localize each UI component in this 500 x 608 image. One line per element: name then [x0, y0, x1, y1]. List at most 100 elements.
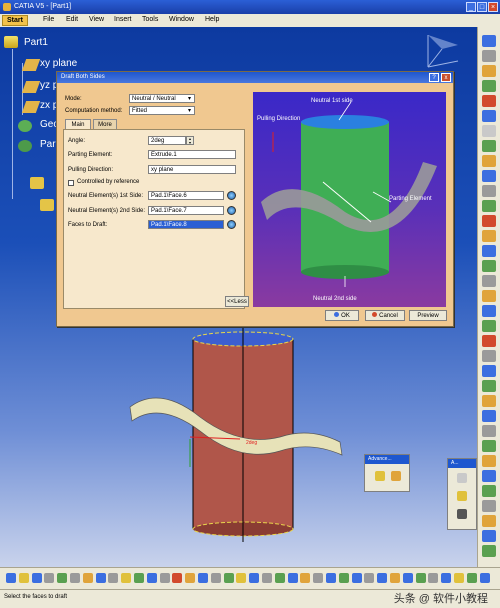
tool-button-icon[interactable]	[428, 573, 439, 583]
tool-button-icon[interactable]	[479, 573, 490, 583]
tool-button-icon[interactable]	[482, 455, 496, 467]
parting-element-field[interactable]: Extrude.1	[148, 150, 236, 159]
tool-button-icon[interactable]	[121, 573, 132, 583]
tool-button-icon[interactable]	[482, 365, 496, 377]
tool-button-icon[interactable]	[134, 573, 144, 583]
tool-button-icon[interactable]	[482, 35, 496, 47]
menu-file[interactable]: File	[43, 16, 54, 23]
cancel-button[interactable]: Cancel	[365, 310, 405, 321]
tool-button-icon[interactable]	[223, 573, 234, 583]
tool-button-icon[interactable]	[338, 573, 349, 583]
tool-button-icon[interactable]	[482, 515, 496, 527]
tab-main[interactable]: Main	[65, 119, 91, 129]
tool-button-icon[interactable]	[287, 573, 298, 583]
tool-button-icon[interactable]	[454, 573, 464, 583]
draft-tool-icon[interactable]	[375, 471, 385, 481]
tool-button-icon[interactable]	[482, 185, 496, 197]
compass-icon[interactable]	[418, 27, 468, 77]
tool-button-icon[interactable]	[415, 573, 426, 583]
neutral-2nd-side-picker-icon[interactable]	[227, 206, 236, 215]
tool-button-icon[interactable]	[482, 425, 496, 437]
tool-button-icon[interactable]	[482, 260, 496, 272]
tool-button-icon[interactable]	[185, 573, 196, 583]
tool-button-icon[interactable]	[482, 470, 496, 482]
tree-root-part1[interactable]: Part1	[24, 37, 48, 48]
tool-button-icon[interactable]	[482, 380, 496, 392]
tool-button-icon[interactable]	[108, 573, 119, 583]
maximize-button[interactable]: □	[477, 2, 487, 12]
tool-button-icon[interactable]	[482, 440, 496, 452]
tool-button-icon[interactable]	[482, 95, 496, 107]
tool-button-icon[interactable]	[482, 305, 496, 317]
tool-button-icon[interactable]	[364, 573, 375, 583]
tool-button-icon[interactable]	[482, 245, 496, 257]
tab-more[interactable]: More	[93, 119, 117, 129]
computation-method-select[interactable]: Fitted	[129, 106, 195, 115]
tool-button-icon[interactable]	[482, 125, 496, 137]
tool-button-icon[interactable]	[482, 530, 496, 542]
tool-button-icon[interactable]	[95, 573, 106, 583]
tool-button-icon[interactable]	[70, 573, 80, 583]
tool-button-icon[interactable]	[146, 573, 157, 583]
tool-button-icon[interactable]	[390, 573, 400, 583]
tool-button-icon[interactable]	[482, 215, 496, 227]
tool-button-icon[interactable]	[351, 573, 362, 583]
controlled-by-reference-checkbox[interactable]	[68, 180, 74, 186]
tool-button-icon[interactable]	[482, 170, 496, 182]
dialog-help-button[interactable]: ?	[429, 73, 439, 82]
tool-button-icon[interactable]	[482, 140, 496, 152]
tool-button-icon[interactable]	[210, 573, 221, 583]
menu-help[interactable]: Help	[205, 16, 219, 23]
faces-to-draft-field[interactable]: Pad.1\Face.8	[148, 220, 224, 229]
tool-button-icon[interactable]	[482, 110, 496, 122]
neutral-2nd-side-field[interactable]: Pad.1\Face.7	[148, 206, 224, 215]
angle-stepper[interactable]: ▴ ▾	[186, 136, 194, 145]
pulling-direction-field[interactable]: xy plane	[148, 165, 236, 174]
neutral-1st-side-picker-icon[interactable]	[227, 191, 236, 200]
menu-window[interactable]: Window	[169, 16, 194, 23]
part-model-3d[interactable]: 2deg	[120, 327, 360, 567]
neutral-1st-side-field[interactable]: Pad.1\Face.6	[148, 191, 224, 200]
tool-button-icon[interactable]	[457, 509, 467, 519]
menu-insert[interactable]: Insert	[114, 16, 132, 23]
tool-button-icon[interactable]	[482, 485, 496, 497]
tool-button-icon[interactable]	[82, 573, 93, 583]
tool-button-icon[interactable]	[482, 200, 496, 212]
faces-to-draft-picker-icon[interactable]	[227, 220, 236, 229]
tool-button-icon[interactable]	[274, 573, 285, 583]
tool-button-icon[interactable]	[159, 573, 170, 583]
tool-button-icon[interactable]	[482, 80, 496, 92]
tool-button-icon[interactable]	[18, 573, 29, 583]
tool-button-icon[interactable]	[402, 573, 413, 583]
chevron-down-icon[interactable]: ▾	[188, 95, 191, 102]
less-button[interactable]: <<Less	[225, 296, 249, 307]
menu-view[interactable]: View	[89, 16, 104, 23]
tree-item-xy-plane[interactable]: xy plane	[40, 58, 77, 69]
close-window-button[interactable]: ×	[488, 2, 498, 12]
tool-button-icon[interactable]	[482, 155, 496, 167]
tool-button-icon[interactable]	[236, 573, 247, 583]
angle-input[interactable]: 2deg	[148, 136, 186, 145]
tool-button-icon[interactable]	[262, 573, 272, 583]
ok-button[interactable]: OK	[325, 310, 359, 321]
tool-button-icon[interactable]	[377, 573, 388, 583]
tool-button-icon[interactable]	[172, 573, 183, 583]
tool-button-icon[interactable]	[482, 350, 496, 362]
menu-edit[interactable]: Edit	[66, 16, 78, 23]
dialog-close-button[interactable]: x	[441, 73, 451, 82]
tool-button-icon[interactable]	[482, 65, 496, 77]
tool-button-icon[interactable]	[482, 410, 496, 422]
tool-button-icon[interactable]	[198, 573, 208, 583]
tool-button-icon[interactable]	[482, 275, 496, 287]
tool-button-icon[interactable]	[482, 500, 496, 512]
tool-button-icon[interactable]	[457, 473, 467, 483]
menu-tools[interactable]: Tools	[142, 16, 158, 23]
tool-button-icon[interactable]	[44, 573, 55, 583]
tool-button-icon[interactable]	[326, 573, 336, 583]
tool-button-icon[interactable]	[249, 573, 260, 583]
tool-button-icon[interactable]	[482, 335, 496, 347]
tool-button-icon[interactable]	[482, 290, 496, 302]
preview-button[interactable]: Preview	[409, 310, 447, 321]
tool-button-icon[interactable]	[300, 573, 311, 583]
tool-button-icon[interactable]	[441, 573, 452, 583]
